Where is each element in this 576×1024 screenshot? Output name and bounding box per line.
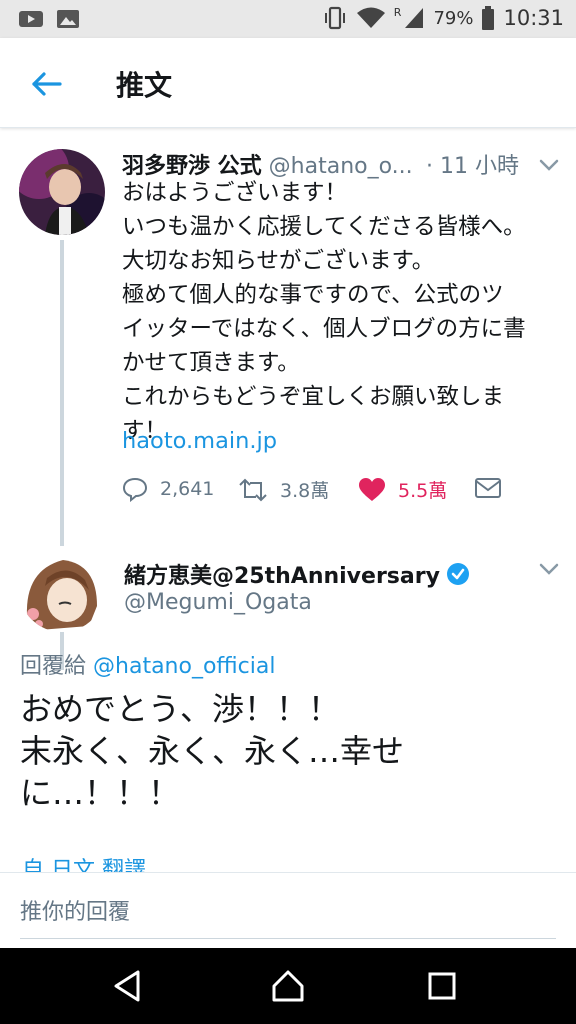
- nav-recents-icon[interactable]: [422, 966, 462, 1006]
- reply-icon: [122, 477, 148, 502]
- tweet-line: イッターではなく、個人ブログの方に書: [122, 316, 526, 342]
- wifi-icon: [356, 7, 385, 28]
- tweet-line: いつも温かく応援してくださる皆様へ。: [122, 214, 526, 240]
- gallery-icon: [57, 10, 79, 28]
- tweet-line: これからもどうぞ宜しくお願い致しま: [122, 384, 505, 410]
- tweet-line: かせて頂きます。: [122, 350, 300, 376]
- tweet-line: おはようございます！: [122, 180, 348, 206]
- top-app-bar: 推文: [0, 38, 576, 128]
- replying-to-handle[interactable]: @hatano_official: [93, 654, 275, 679]
- reply-count: 2,641: [160, 478, 215, 500]
- retweet-icon: [239, 478, 267, 501]
- vibrate-icon: [324, 6, 345, 30]
- youtube-icon: [19, 11, 43, 27]
- reply-input[interactable]: [20, 887, 556, 939]
- original-tweet[interactable]: 羽多野渉 公式 @hatano_o... · 11 小時 おはようございます！ …: [0, 130, 576, 670]
- signal-icon: [405, 8, 424, 28]
- reply-author-handle: @Megumi_Ogata: [124, 590, 312, 615]
- chevron-down-icon[interactable]: [538, 562, 560, 576]
- back-arrow-icon[interactable]: [28, 66, 64, 102]
- retweet-count: 3.8萬: [280, 480, 330, 502]
- replying-to: 回覆給 @hatano_official: [20, 648, 275, 680]
- nav-home-icon[interactable]: [268, 966, 308, 1006]
- tweet-line: 極めて個人的な事ですので、公式のツ: [122, 282, 504, 308]
- like-count: 5.5萬: [398, 480, 448, 502]
- signal-label: R: [393, 5, 402, 19]
- chevron-down-icon[interactable]: [538, 158, 560, 172]
- verified-badge-icon: [446, 563, 469, 585]
- reply-compose-bar: [0, 872, 576, 948]
- mail-icon: [475, 478, 501, 498]
- reply-line: 末永く、永く、永く…幸せ: [20, 732, 405, 770]
- like-button[interactable]: 5.5萬: [358, 476, 447, 503]
- clock: 10:31: [503, 6, 564, 30]
- reply-line: おめでとう、渉！！！: [20, 690, 341, 728]
- tweet-line: 大切なお知らせがございます。: [122, 248, 435, 274]
- reply-button[interactable]: 2,641: [122, 476, 214, 502]
- author-name: 緒方恵美@25thAnniversary: [124, 564, 440, 589]
- share-button[interactable]: [474, 476, 502, 500]
- tweet-link[interactable]: haoto.main.jp: [122, 428, 277, 454]
- tweet-actions: 2,641 3.8萬 5.5萬: [122, 476, 562, 506]
- page-title: 推文: [116, 69, 173, 102]
- reply-text: おめでとう、渉！！！ 末永く、永く、永く…幸せ に…！！！: [20, 688, 404, 814]
- tweet-text: おはようございます！ いつも温かく応援してくださる皆様へ。 大切なお知らせがござ…: [122, 176, 562, 448]
- battery-percent: 79%: [433, 7, 474, 29]
- battery-icon: [482, 6, 495, 30]
- avatar[interactable]: [19, 149, 105, 235]
- status-bar: R 79% 10:31: [0, 0, 576, 38]
- system-nav-bar: [0, 948, 576, 1024]
- reply-tweet[interactable]: 緒方恵美@25thAnniversary @Megumi_Ogata 回覆給 @…: [0, 540, 576, 883]
- heart-icon: [359, 477, 385, 501]
- avatar[interactable]: [19, 546, 105, 632]
- retweet-button[interactable]: 3.8萬: [238, 476, 329, 503]
- reply-line: に…！！！: [20, 774, 181, 812]
- nav-back-icon[interactable]: [108, 966, 148, 1006]
- replying-to-label: 回覆給: [20, 654, 87, 679]
- reply-author-name[interactable]: 緒方恵美@25thAnniversary: [124, 558, 470, 590]
